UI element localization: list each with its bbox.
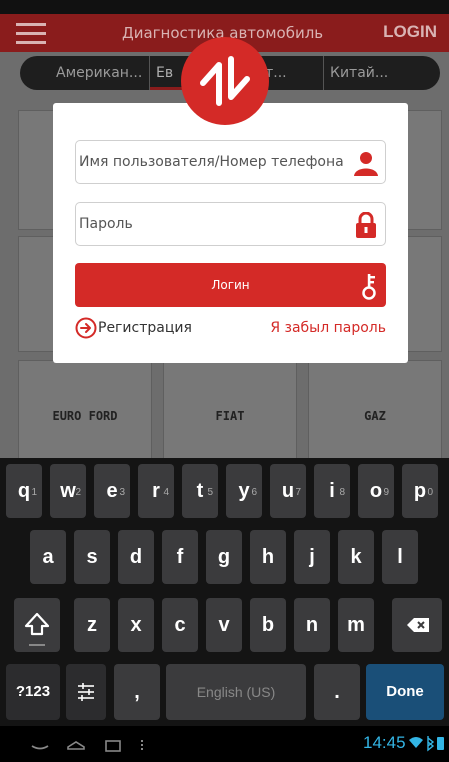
key-label: r <box>152 480 160 502</box>
key-p[interactable]: 0p <box>402 464 438 518</box>
done-key[interactable]: Done <box>366 664 444 720</box>
period-key[interactable]: . <box>314 664 360 720</box>
key-v[interactable]: v <box>206 598 242 652</box>
home-icon[interactable] <box>67 741 85 750</box>
status-strip <box>0 0 449 14</box>
back-icon[interactable] <box>31 745 49 750</box>
password-input[interactable] <box>79 203 349 245</box>
key-hint: 5 <box>207 487 213 498</box>
backspace-key[interactable] <box>392 598 442 652</box>
nav-buttons <box>31 740 143 752</box>
key-h[interactable]: h <box>250 530 286 584</box>
username-input[interactable] <box>79 141 349 183</box>
key-hint: 7 <box>295 487 301 498</box>
key-c[interactable]: c <box>162 598 198 652</box>
key-w[interactable]: 2w <box>50 464 86 518</box>
key-hint: 2 <box>75 487 81 498</box>
symbols-key[interactable]: ?123 <box>6 664 60 720</box>
recent-apps-icon[interactable] <box>105 740 121 752</box>
key-label: u <box>281 480 295 502</box>
logo-arrows-icon <box>200 56 250 106</box>
key-f[interactable]: f <box>162 530 198 584</box>
wifi-icon <box>409 737 423 748</box>
user-icon <box>354 152 378 176</box>
keyboard-settings-icon <box>78 683 94 701</box>
key-hint: 4 <box>163 487 169 498</box>
forgot-password-link[interactable]: Я забыл пароль <box>270 320 386 336</box>
key-d[interactable]: d <box>118 530 154 584</box>
key-label: y <box>238 480 250 502</box>
key-k[interactable]: k <box>338 530 374 584</box>
key-s[interactable]: s <box>74 530 110 584</box>
status-icons <box>409 736 444 752</box>
key-hint: 6 <box>251 487 257 498</box>
key-l[interactable]: l <box>382 530 418 584</box>
brand-tile-euro-ford[interactable]: EURO FORD <box>18 360 152 458</box>
key-hint: 8 <box>339 487 345 498</box>
username-field[interactable] <box>75 140 386 184</box>
key-y[interactable]: 6y <box>226 464 262 518</box>
password-field[interactable] <box>75 202 386 246</box>
key-j[interactable]: j <box>294 530 330 584</box>
brand-label: FIAT <box>215 409 245 423</box>
key-g[interactable]: g <box>206 530 242 584</box>
key-hint: 3 <box>119 487 125 498</box>
key-label: p <box>413 480 427 502</box>
key-i[interactable]: 8i <box>314 464 350 518</box>
backspace-icon <box>407 618 429 632</box>
key-label: i <box>329 480 335 502</box>
key-t[interactable]: 5t <box>182 464 218 518</box>
brand-label: EURO FORD <box>52 409 118 423</box>
app-logo <box>181 37 269 125</box>
register-label: Регистрация <box>98 320 192 336</box>
key-label: q <box>17 480 31 502</box>
key-label: o <box>369 480 383 502</box>
settings-key[interactable] <box>66 664 106 720</box>
key-z[interactable]: z <box>74 598 110 652</box>
shift-arrow-icon <box>24 612 50 646</box>
status-time: 14:45 <box>363 733 406 752</box>
tab-american[interactable]: Американ... <box>50 56 150 90</box>
brand-tile-gaz[interactable]: GAZ <box>308 360 442 458</box>
key-e[interactable]: 3e <box>94 464 130 518</box>
battery-icon <box>437 737 444 750</box>
system-nav-bar: 14:45 <box>0 726 449 762</box>
key-r[interactable]: 4r <box>138 464 174 518</box>
login-button[interactable]: Логин <box>75 263 386 307</box>
key-o[interactable]: 9o <box>358 464 394 518</box>
overflow-menu-icon[interactable] <box>141 740 143 750</box>
key-hint: 1 <box>31 487 37 498</box>
register-link[interactable]: Регистрация <box>75 316 192 340</box>
soft-keyboard: 1q 2w 3e 4r 5t 6y 7u 8i 9o 0p a s d f g … <box>0 458 449 726</box>
key-icon <box>362 274 376 300</box>
key-label: w <box>60 480 76 502</box>
login-top-button[interactable]: LOGIN <box>383 22 437 42</box>
key-q[interactable]: 1q <box>6 464 42 518</box>
key-b[interactable]: b <box>250 598 286 652</box>
arrow-right-circle-icon <box>75 317 97 339</box>
key-label: e <box>106 480 118 502</box>
lock-icon <box>356 212 376 238</box>
key-m[interactable]: m <box>338 598 374 652</box>
key-n[interactable]: n <box>294 598 330 652</box>
key-label: t <box>196 480 204 502</box>
key-u[interactable]: 7u <box>270 464 306 518</box>
key-x[interactable]: x <box>118 598 154 652</box>
key-hint: 9 <box>383 487 389 498</box>
bluetooth-icon <box>427 736 435 752</box>
shift-key[interactable] <box>14 598 60 652</box>
menu-icon[interactable] <box>16 23 46 45</box>
key-a[interactable]: a <box>30 530 66 584</box>
login-button-label: Логин <box>211 278 250 292</box>
space-key[interactable]: English (US) <box>166 664 306 720</box>
key-hint: 0 <box>427 487 433 498</box>
tab-chinese[interactable]: Китай... <box>324 56 404 90</box>
comma-key[interactable]: , <box>114 664 160 720</box>
brand-label: GAZ <box>364 409 386 423</box>
brand-tile-fiat[interactable]: FIAT <box>163 360 297 458</box>
